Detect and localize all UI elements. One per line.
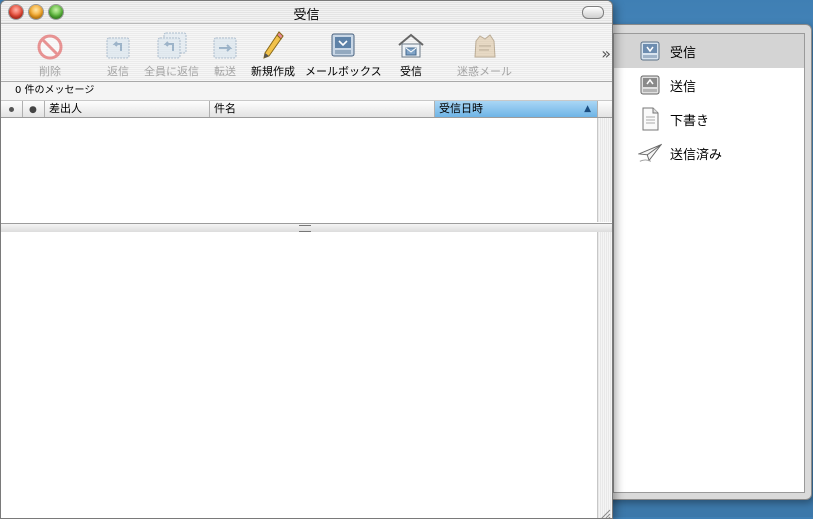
mail-viewer-window: 受信 削除 返信 全員に返信 転送 新規作成 メールボックス 受信 迷惑メール … bbox=[0, 0, 613, 519]
column-header-subject[interactable]: 件名 bbox=[210, 101, 435, 117]
reply-all-icon bbox=[157, 30, 187, 60]
toolbar-label: 受信 bbox=[400, 65, 422, 78]
forward-icon bbox=[213, 30, 237, 60]
reply-icon bbox=[106, 30, 130, 60]
delete-button[interactable]: 削除 bbox=[37, 30, 63, 79]
message-list-scrollbar[interactable] bbox=[597, 118, 612, 222]
splitter-grip-icon bbox=[299, 225, 311, 232]
toolbar-label: 返信 bbox=[107, 65, 129, 78]
message-count-status: 0 件のメッセージ bbox=[1, 82, 612, 101]
delete-icon bbox=[37, 30, 63, 60]
resize-grip-icon[interactable] bbox=[599, 505, 611, 518]
message-list-header: ● 差出人 件名 受信日時 ▲ bbox=[1, 101, 612, 118]
toolbar-toggle-button[interactable] bbox=[582, 6, 604, 19]
toolbar-label: 全員に返信 bbox=[144, 65, 199, 78]
message-preview-pane[interactable] bbox=[1, 232, 598, 518]
get-mail-house-icon bbox=[397, 30, 425, 60]
preview-scrollbar[interactable] bbox=[597, 232, 612, 518]
toolbar-label: メールボックス bbox=[305, 65, 382, 78]
mailbox-item-drafts[interactable]: 下書き bbox=[614, 102, 804, 136]
mailbox-label: 受信 bbox=[670, 45, 697, 61]
column-header-date-received[interactable]: 受信日時 ▲ bbox=[435, 101, 598, 117]
inbox-tray-icon bbox=[638, 39, 662, 63]
new-message-button[interactable]: 新規作成 bbox=[251, 30, 295, 79]
window-title: 受信 bbox=[293, 8, 320, 23]
message-list[interactable] bbox=[1, 118, 598, 222]
mailbox-drawer: 受信 送信 下書き 送信済み bbox=[600, 24, 812, 500]
reply-all-button[interactable]: 全員に返信 bbox=[144, 30, 199, 79]
toolbar-label: 転送 bbox=[214, 65, 236, 78]
junk-mail-icon bbox=[471, 30, 499, 60]
mailbox-item-inbox[interactable]: 受信 bbox=[614, 34, 804, 68]
toolbar-label: 新規作成 bbox=[251, 65, 295, 78]
sort-ascending-icon: ▲ bbox=[584, 104, 591, 114]
column-header-read-status[interactable] bbox=[1, 101, 23, 117]
toolbar: 削除 返信 全員に返信 転送 新規作成 メールボックス 受信 迷惑メール » bbox=[1, 24, 612, 82]
column-header-replied[interactable]: ● bbox=[23, 101, 45, 117]
toolbar-label: 削除 bbox=[39, 65, 61, 78]
forward-button[interactable]: 転送 bbox=[213, 30, 237, 79]
toolbar-overflow-chevron-icon[interactable]: » bbox=[601, 44, 611, 63]
mailbox-label: 送信 bbox=[670, 79, 697, 95]
mailbox-label: 送信済み bbox=[670, 147, 723, 163]
speech-bubble-icon: ● bbox=[29, 105, 37, 115]
mailbox-item-outbox[interactable]: 送信 bbox=[614, 68, 804, 102]
junk-mail-button[interactable]: 迷惑メール bbox=[457, 30, 512, 79]
get-mail-button[interactable]: 受信 bbox=[397, 30, 425, 79]
outbox-tray-icon bbox=[638, 73, 662, 97]
mailbox-item-sent[interactable]: 送信済み bbox=[614, 136, 804, 170]
mailbox-tray-icon bbox=[330, 30, 356, 60]
mailbox-list: 受信 送信 下書き 送信済み bbox=[613, 33, 805, 493]
mailbox-label: 下書き bbox=[670, 113, 710, 129]
toolbar-label: 迷惑メール bbox=[457, 65, 512, 78]
column-header-from[interactable]: 差出人 bbox=[45, 101, 210, 117]
reply-button[interactable]: 返信 bbox=[106, 30, 130, 79]
mailbox-button[interactable]: メールボックス bbox=[305, 30, 382, 79]
sent-paper-plane-icon bbox=[638, 141, 662, 165]
title-bar[interactable]: 受信 bbox=[1, 1, 612, 24]
column-header-label: 受信日時 bbox=[439, 102, 483, 115]
compose-pencil-icon bbox=[261, 30, 285, 60]
read-status-dot-icon bbox=[9, 106, 14, 112]
drafts-document-icon bbox=[638, 107, 662, 131]
